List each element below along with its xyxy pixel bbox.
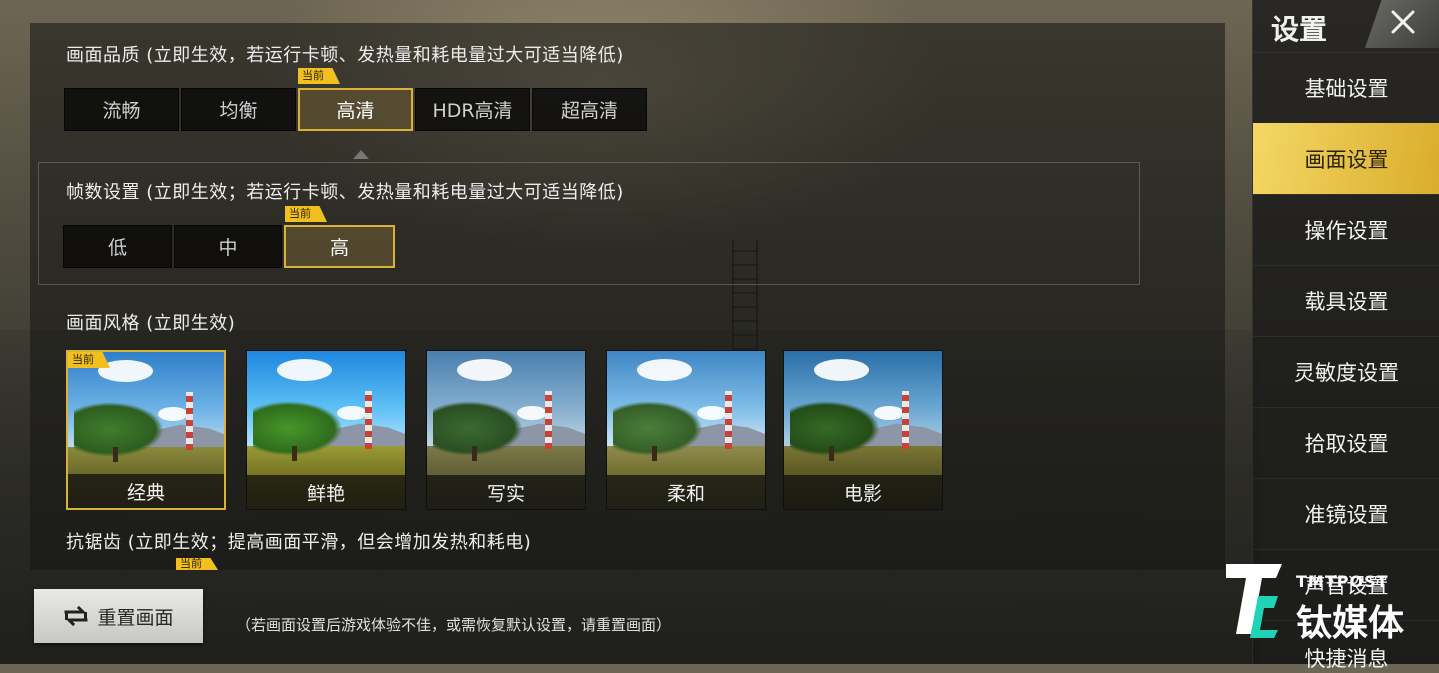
fps-option-low[interactable]: 低	[63, 225, 172, 268]
style-preview-mast	[545, 391, 552, 449]
style-preview-cloud	[457, 359, 512, 381]
style-preview-tree	[790, 401, 880, 456]
reset-button-label: 重置画面	[97, 606, 174, 629]
style-preview-cloud	[637, 359, 692, 381]
style-card-label: 柔和	[607, 475, 765, 509]
quality-option-hd[interactable]: 高清	[298, 88, 413, 131]
style-card-realistic[interactable]: 写实	[426, 350, 586, 510]
style-preview-mast	[725, 391, 732, 449]
sidebar-item-scope[interactable]: 准镜设置	[1253, 478, 1439, 549]
sidebar-item-vehicle[interactable]: 载具设置	[1253, 265, 1439, 336]
style-preview-mast	[365, 391, 372, 449]
quality-segmented-control: 流畅 均衡 高清 HDR高清 超高清	[64, 88, 649, 131]
quality-option-balanced[interactable]: 均衡	[181, 88, 296, 131]
fps-option-medium[interactable]: 中	[174, 225, 282, 268]
style-card-label: 鲜艳	[247, 475, 405, 509]
style-card-cinema[interactable]: 电影	[783, 350, 943, 510]
style-preview-mast	[186, 392, 193, 450]
style-preview-trunk	[472, 446, 477, 461]
watermark-big-text: 钛媒体	[1296, 603, 1405, 644]
style-card-label: 写实	[427, 475, 585, 509]
sidebar-item-pickup[interactable]: 拾取设置	[1253, 407, 1439, 478]
reset-graphics-button[interactable]: 重置画面	[34, 589, 203, 643]
style-preview-tree	[613, 401, 703, 456]
sidebar-header: 设置	[1253, 0, 1439, 50]
quality-option-smooth[interactable]: 流畅	[64, 88, 179, 131]
style-preview-cloud	[814, 359, 869, 381]
style-preview-trunk	[829, 446, 834, 461]
sidebar-item-controls[interactable]: 操作设置	[1253, 194, 1439, 265]
quality-option-ultra-hd[interactable]: 超高清	[532, 88, 647, 131]
fps-section-title: 帧数设置 (立即生效；若运行卡顿、发热量和耗电量过大可适当降低)	[66, 182, 624, 203]
style-preview-tree	[253, 401, 343, 456]
fps-segmented-control: 低 中 高	[63, 225, 397, 268]
reset-note: （若画面设置后游戏体验不佳，或需恢复默认设置，请重置画面）	[236, 616, 672, 634]
style-card-classic[interactable]: 经典 当前	[66, 350, 226, 510]
fps-option-high[interactable]: 高	[284, 225, 395, 268]
close-icon	[1389, 8, 1417, 40]
style-preview-tree	[433, 401, 523, 456]
style-card-label: 经典	[68, 474, 224, 508]
style-preview-tree	[74, 402, 164, 457]
watermark: TMTPOST 钛媒体	[1222, 560, 1422, 645]
style-preview-cloud	[277, 359, 332, 381]
style-card-vivid[interactable]: 鲜艳	[246, 350, 406, 510]
watermark-small-text: TMTPOST	[1296, 572, 1389, 591]
style-card-soft[interactable]: 柔和	[606, 350, 766, 510]
style-preview-mast	[902, 391, 909, 449]
style-preview-trunk	[292, 446, 297, 461]
sidebar-item-graphics[interactable]: 画面设置	[1253, 123, 1439, 194]
style-section-title: 画面风格 (立即生效)	[66, 313, 236, 334]
style-preview-trunk	[652, 446, 657, 461]
reset-icon	[63, 605, 89, 627]
sidebar-item-sensitivity[interactable]: 灵敏度设置	[1253, 336, 1439, 407]
quality-section-title: 画面品质 (立即生效，若运行卡顿、发热量和耗电量过大可适当降低)	[66, 45, 624, 66]
sidebar-item-basic[interactable]: 基础设置	[1253, 52, 1439, 123]
quality-option-hdr-hd[interactable]: HDR高清	[415, 88, 530, 131]
tmtpost-logo-icon	[1222, 560, 1294, 640]
antialias-section-title: 抗锯齿 (立即生效；提高画面平滑，但会增加发热和耗电)	[66, 532, 532, 553]
sidebar-title: 设置	[1271, 13, 1328, 46]
style-preview-trunk	[113, 447, 118, 462]
style-card-label: 电影	[784, 475, 942, 509]
quality-pointer-arrow	[353, 150, 369, 159]
close-button[interactable]	[1365, 0, 1439, 48]
